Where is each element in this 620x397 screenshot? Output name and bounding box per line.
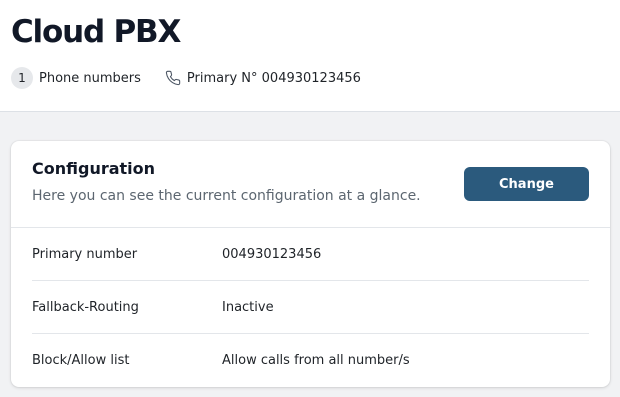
row-label: Primary number [32, 247, 138, 262]
page-header: Cloud PBX 1 Phone numbers Primary N° 004… [0, 0, 620, 112]
phone-icon [165, 70, 181, 86]
config-row-block-allow-list: Block/Allow list Allow calls from all nu… [32, 334, 589, 387]
primary-number-label: Primary N° 004930123456 [186, 70, 361, 86]
row-label: Fallback-Routing [32, 300, 139, 315]
config-row-fallback-routing: Fallback-Routing Inactive [32, 281, 589, 334]
page-title: Cloud PBX [11, 14, 181, 50]
card-title: Configuration [32, 159, 156, 178]
phone-count-badge: 1 [11, 67, 33, 89]
card-subtitle: Here you can see the current configurati… [32, 188, 421, 204]
change-button[interactable]: Change [464, 167, 589, 201]
row-value: Inactive [222, 300, 274, 315]
row-value: 004930123456 [222, 247, 322, 262]
row-value: Allow calls from all number/s [222, 353, 410, 368]
phone-numbers-label: Phone numbers [39, 70, 141, 86]
phone-meta-row: 1 Phone numbers Primary N° 004930123456 [11, 66, 361, 90]
row-label: Block/Allow list [32, 353, 130, 368]
configuration-card: Configuration Here you can see the curre… [11, 141, 610, 387]
config-row-primary-number: Primary number 004930123456 [32, 228, 589, 281]
